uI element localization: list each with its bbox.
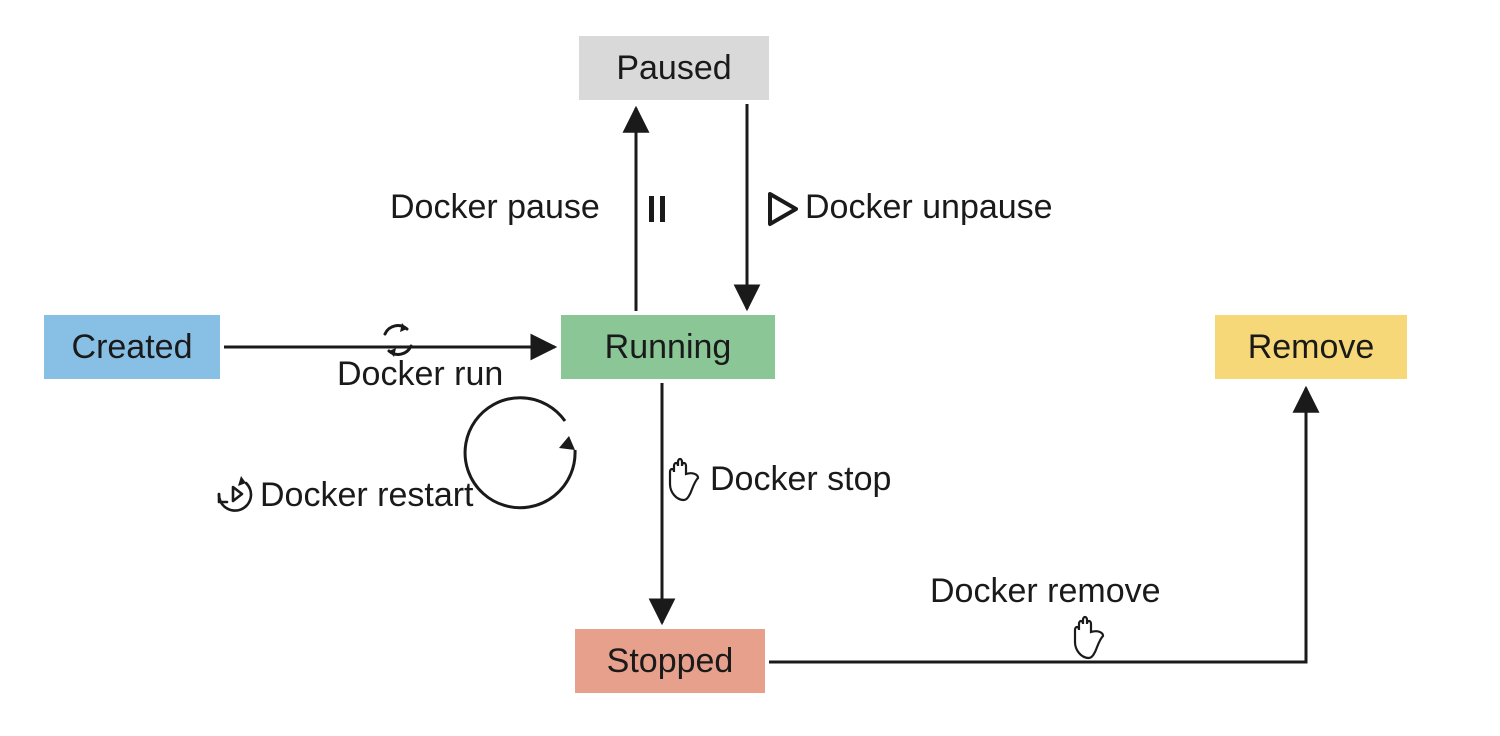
transition-unpause-label: Docker unpause xyxy=(805,188,1053,227)
state-created-label: Created xyxy=(72,328,193,367)
transition-run-label: Docker run xyxy=(337,355,503,394)
restart-icon xyxy=(219,476,251,511)
cycle-icon xyxy=(385,323,411,357)
hand-stop-icon xyxy=(670,459,698,500)
arrow-restart-icon xyxy=(465,398,575,508)
arrow-remove-icon xyxy=(769,388,1306,662)
state-running-label: Running xyxy=(605,328,732,367)
transition-pause-label: Docker pause xyxy=(390,188,600,227)
state-remove: Remove xyxy=(1215,315,1407,379)
hand-remove-icon xyxy=(1075,617,1103,658)
state-stopped: Stopped xyxy=(575,629,765,693)
diagram-canvas: Created Running Paused Stopped Remove Do… xyxy=(0,0,1500,736)
state-paused: Paused xyxy=(579,36,769,100)
play-icon xyxy=(770,194,796,224)
state-paused-label: Paused xyxy=(616,49,731,88)
state-stopped-label: Stopped xyxy=(607,642,734,681)
transition-remove-label: Docker remove xyxy=(930,572,1161,611)
pause-icon xyxy=(649,196,665,222)
state-running: Running xyxy=(561,315,775,379)
state-remove-label: Remove xyxy=(1248,328,1375,367)
transition-restart-label: Docker restart xyxy=(260,476,474,515)
state-created: Created xyxy=(44,315,220,379)
transition-stop-label: Docker stop xyxy=(710,460,891,499)
